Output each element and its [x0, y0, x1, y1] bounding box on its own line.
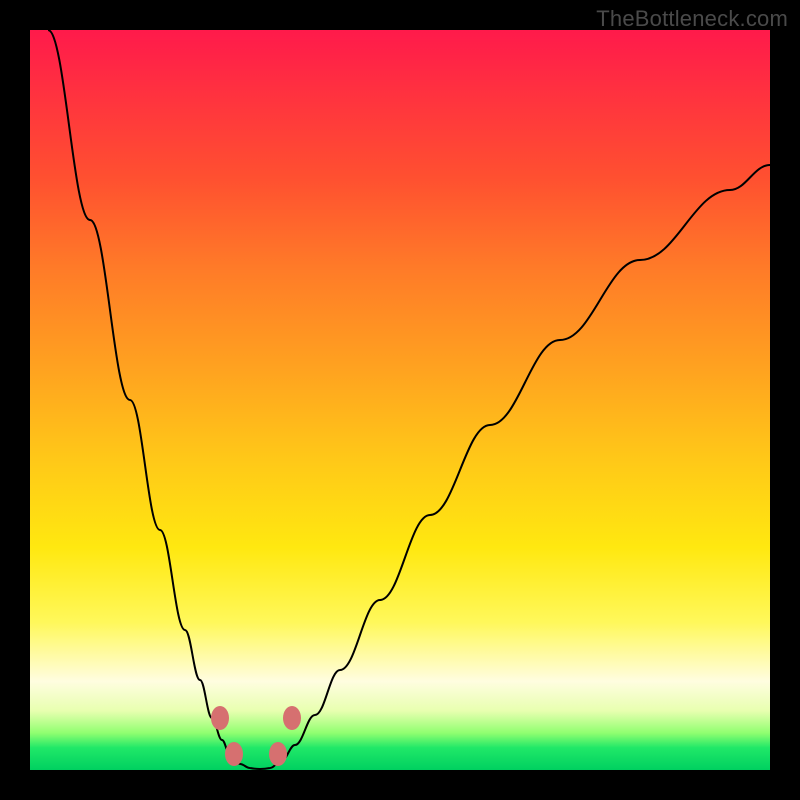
bottleneck-curve [30, 30, 770, 770]
watermark-text: TheBottleneck.com [596, 6, 788, 32]
curve-valley-floor [250, 768, 270, 769]
curve-right-branch [270, 165, 770, 768]
valley-dot [225, 742, 243, 766]
valley-dot [211, 706, 229, 730]
valley-dot [269, 742, 287, 766]
valley-dot [283, 706, 301, 730]
chart-plot-area [30, 30, 770, 770]
valley-marker-dots [211, 706, 301, 766]
curve-left-branch [48, 30, 250, 768]
